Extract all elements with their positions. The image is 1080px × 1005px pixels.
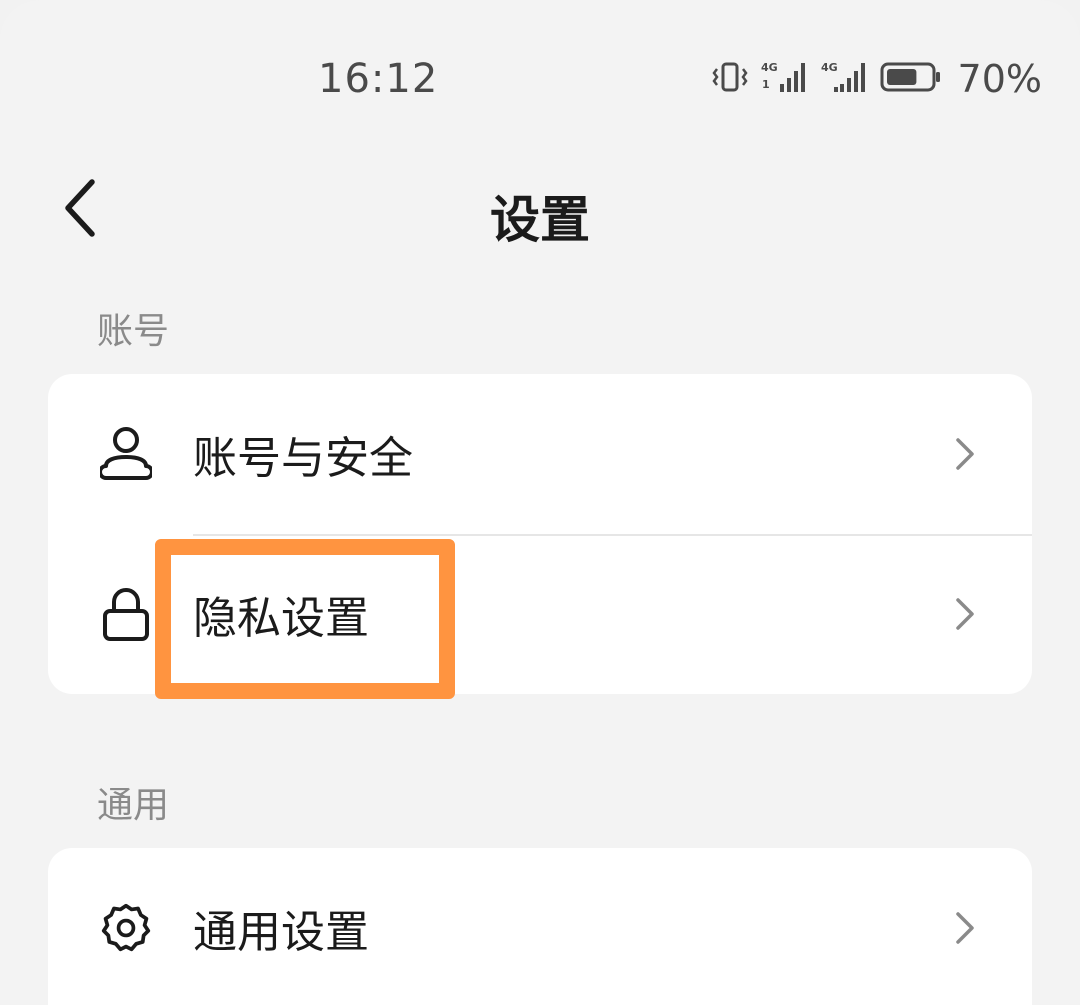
status-bar: 16:12 4G 1 4G 70% — [0, 0, 1080, 160]
section-label-general: 通用 — [97, 785, 170, 826]
account-security-item[interactable]: 账号与安全 — [48, 374, 1032, 534]
status-icons: 4G 1 4G 70% — [710, 54, 1042, 104]
section-label-account: 账号 — [97, 311, 170, 352]
privacy-settings-label: 隐私设置 — [193, 593, 369, 644]
chevron-right-icon — [950, 434, 980, 474]
account-card: 账号与安全 隐私设置 — [48, 374, 1032, 694]
status-time: 16:12 — [318, 56, 439, 102]
signal-4g-sim1-icon: 4G 1 — [760, 60, 810, 98]
svg-text:4G: 4G — [761, 61, 778, 74]
vibrate-icon — [710, 61, 750, 97]
svg-text:4G: 4G — [821, 61, 838, 74]
settings-screen: 16:12 4G 1 4G 70% 设置 账号 账号与安全 隐私设置 通用 通用… — [0, 0, 1080, 1005]
page-header: 设置 — [0, 160, 1080, 260]
chevron-right-icon — [950, 908, 980, 948]
user-icon — [100, 426, 152, 482]
general-card: 通用设置 — [48, 848, 1032, 1005]
gear-icon — [100, 900, 152, 956]
account-security-label: 账号与安全 — [193, 433, 413, 484]
privacy-settings-item[interactable]: 隐私设置 — [48, 534, 1032, 694]
chevron-right-icon — [950, 594, 980, 634]
lock-icon — [100, 586, 152, 642]
general-settings-item[interactable]: 通用设置 — [48, 848, 1032, 1005]
svg-text:1: 1 — [762, 78, 770, 91]
general-settings-label: 通用设置 — [193, 907, 369, 958]
page-title: 设置 — [490, 191, 590, 249]
signal-4g-sim2-icon: 4G — [820, 60, 870, 98]
battery-icon — [880, 61, 942, 97]
battery-percent: 70% — [957, 57, 1042, 101]
